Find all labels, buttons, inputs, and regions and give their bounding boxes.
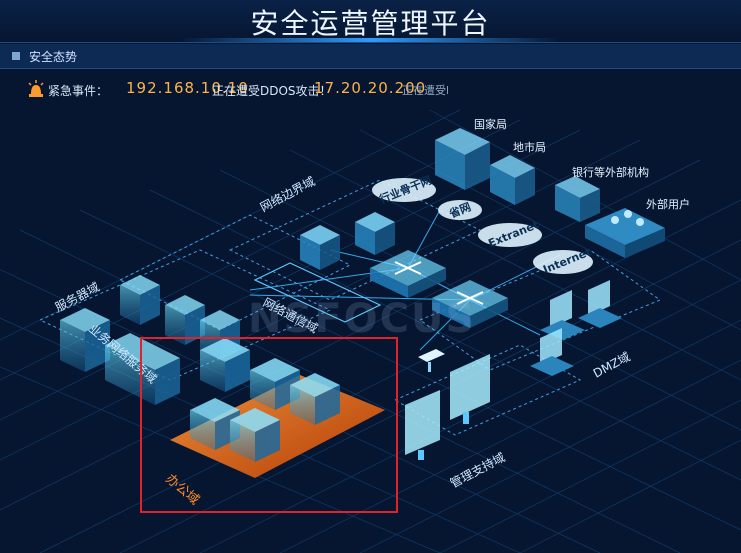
office-zone-highlight xyxy=(140,337,398,513)
national-bureau-building[interactable] xyxy=(435,128,490,190)
management-monitor[interactable] xyxy=(450,354,490,424)
bank-orgs-building[interactable] xyxy=(555,176,600,222)
national-bureau-label: 国家局 xyxy=(474,117,507,131)
city-bureau-building[interactable] xyxy=(490,155,535,205)
section-title: 安全态势 xyxy=(29,50,78,64)
section-marker-icon xyxy=(12,52,20,60)
alarm-icon xyxy=(28,80,44,97)
server-rack[interactable] xyxy=(120,275,160,325)
core-switch-icon[interactable] xyxy=(370,250,446,298)
external-users-label: 外部用户 xyxy=(646,197,690,211)
boundary-device[interactable] xyxy=(300,225,340,270)
dmz-laptop[interactable] xyxy=(578,280,622,328)
external-users-platform[interactable] xyxy=(585,208,665,258)
network-boundary-label: 网络边界域 xyxy=(257,173,317,214)
management-monitor[interactable] xyxy=(405,390,440,460)
management-label: 管理支持域 xyxy=(447,449,507,490)
dmz-label: DMZ域 xyxy=(591,350,633,381)
bank-orgs-label: 银行等外部机构 xyxy=(572,165,649,179)
city-bureau-label: 地市局 xyxy=(513,140,546,154)
alert-ticker: 紧急事件： 192.168.10.10 正在遭受DDOS攻击！ 17.20.20… xyxy=(28,80,448,100)
alert-label: 紧急事件： xyxy=(48,84,109,98)
title-glow xyxy=(180,38,560,42)
app-title: 安全运营管理平台 xyxy=(250,7,491,40)
alert-message: 正在遭受DNS xyxy=(402,84,448,97)
service-zone-label: 服务器域 xyxy=(52,279,101,315)
boundary-device[interactable] xyxy=(355,212,395,255)
title-bar: 安全运营管理平台 xyxy=(0,0,741,43)
section-header: 安全态势 xyxy=(0,44,741,69)
watermark-logo: NSFOCUS xyxy=(248,296,477,342)
